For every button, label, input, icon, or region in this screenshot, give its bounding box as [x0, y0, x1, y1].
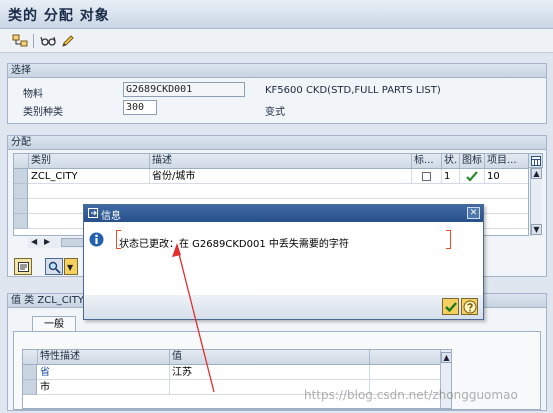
annotation-arrow — [172, 243, 215, 393]
watermark: https://blog.csdn.net/zhongguomao — [304, 388, 518, 402]
